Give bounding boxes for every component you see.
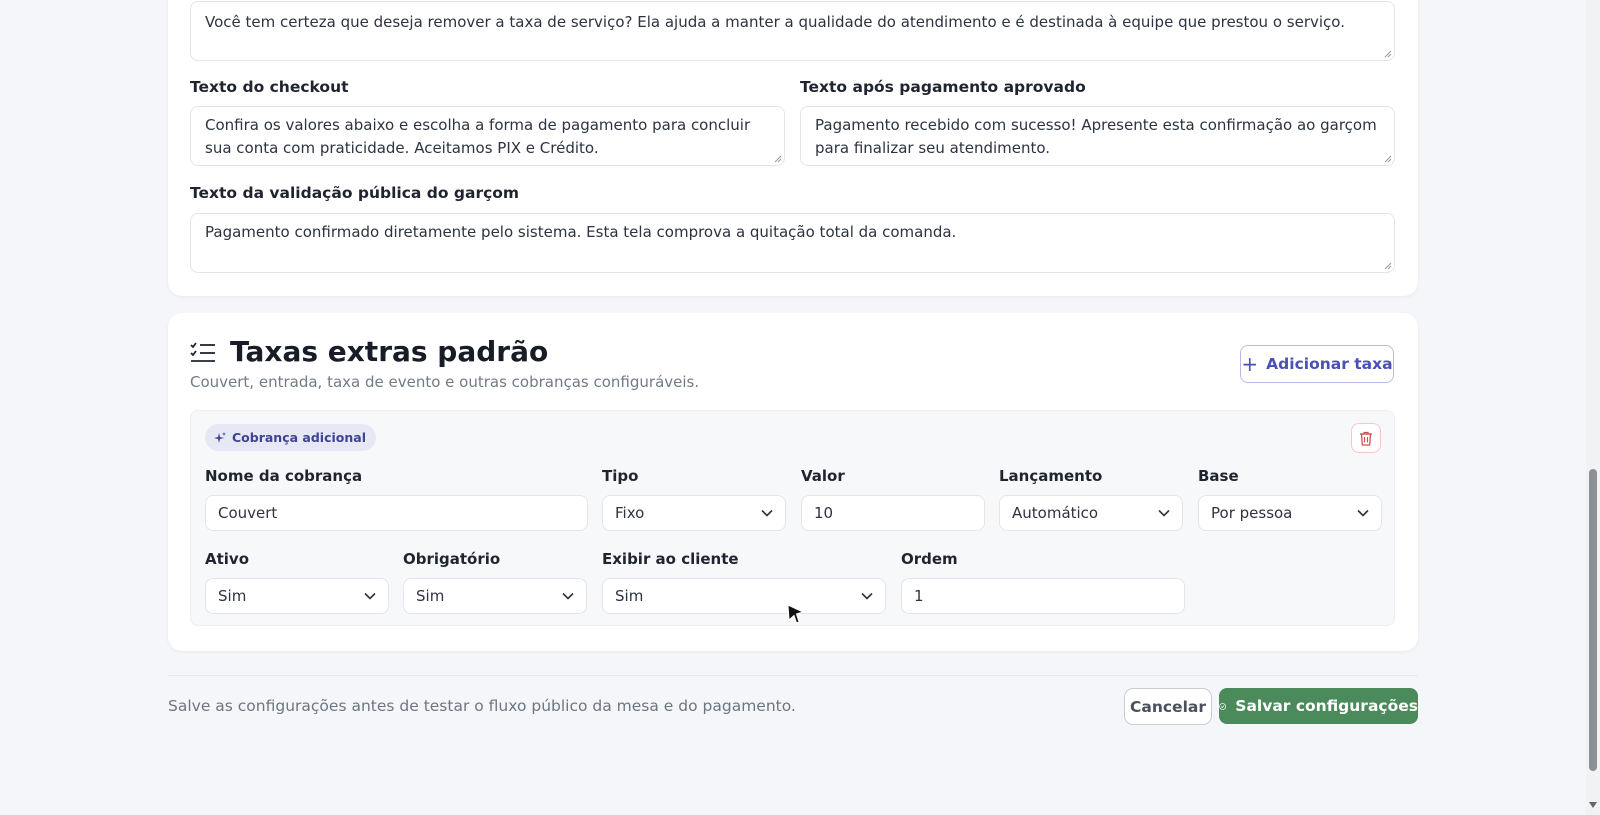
base-select[interactable]: Por pessoa — [1198, 495, 1382, 531]
active-label: Ativo — [205, 550, 250, 568]
service-fee-removal-text: Você tem certeza que deseja remover a ta… — [205, 13, 1345, 31]
waiter-validation-label: Texto da validação pública do garçom — [190, 184, 520, 202]
active-value: Sim — [218, 587, 247, 605]
additional-charge-badge: Cobrança adicional — [205, 424, 376, 451]
fee-item: Cobrança adicional Nome da cobrança Couv… — [190, 410, 1395, 626]
trash-icon — [1360, 431, 1372, 446]
sparkles-icon — [214, 431, 226, 443]
name-value: Couvert — [218, 504, 278, 522]
service-fee-removal-textarea[interactable]: Você tem certeza que deseja remover a ta… — [190, 1, 1395, 61]
footer-note: Salve as configurações antes de testar o… — [168, 697, 796, 715]
waiter-validation-textarea[interactable]: Pagamento confirmado diretamente pelo si… — [190, 213, 1395, 273]
chevron-down-icon — [562, 592, 574, 600]
mouse-cursor-icon — [787, 604, 805, 624]
required-label: Obrigatório — [403, 550, 501, 568]
chevron-down-icon — [761, 509, 773, 517]
show-client-label: Exibir ao cliente — [602, 550, 739, 568]
extra-fees-card: Taxas extras padrão Couvert, entrada, ta… — [168, 313, 1418, 651]
waiter-validation-text: Pagamento confirmado diretamente pelo si… — [205, 223, 957, 241]
show-client-select[interactable]: Sim — [602, 578, 886, 614]
chevron-down-icon — [1158, 509, 1170, 517]
show-client-value: Sim — [615, 587, 644, 605]
checkout-textarea[interactable]: Confira os valores abaixo e escolha a fo… — [190, 106, 785, 166]
section-subtitle: Couvert, entrada, taxa de evento e outra… — [190, 373, 700, 391]
save-label: Salvar configurações — [1235, 697, 1418, 715]
cancel-label: Cancelar — [1130, 697, 1206, 716]
required-value: Sim — [416, 587, 445, 605]
order-label: Ordem — [901, 550, 958, 568]
resize-handle-icon[interactable] — [1382, 260, 1392, 270]
base-label: Base — [1198, 467, 1239, 485]
resize-handle-icon[interactable] — [772, 153, 782, 163]
name-label: Nome da cobrança — [205, 467, 363, 485]
check-circle-icon — [1219, 702, 1227, 710]
footer-divider — [168, 675, 1418, 676]
chevron-down-icon — [364, 592, 376, 600]
active-select[interactable]: Sim — [205, 578, 389, 614]
scrollbar-thumb[interactable] — [1589, 469, 1597, 771]
order-input[interactable]: 1 — [901, 578, 1185, 614]
launch-label: Lançamento — [999, 467, 1103, 485]
add-fee-button[interactable]: + Adicionar taxa — [1240, 345, 1394, 383]
save-settings-button[interactable]: Salvar configurações — [1219, 688, 1418, 724]
value-label: Valor — [801, 467, 845, 485]
launch-value: Automático — [1012, 504, 1099, 522]
messages-card: Você tem certeza que deseja remover a ta… — [168, 0, 1418, 296]
type-label: Tipo — [602, 467, 639, 485]
page-scrollbar[interactable] — [1586, 0, 1600, 815]
type-value: Fixo — [615, 504, 645, 522]
badge-label: Cobrança adicional — [232, 430, 366, 445]
value-value: 10 — [814, 504, 834, 522]
chevron-down-icon — [861, 592, 873, 600]
base-value: Por pessoa — [1211, 504, 1293, 522]
value-input[interactable]: 10 — [801, 495, 985, 531]
launch-select[interactable]: Automático — [999, 495, 1183, 531]
resize-handle-icon[interactable] — [1382, 48, 1392, 58]
add-fee-label: Adicionar taxa — [1266, 355, 1393, 373]
cancel-button[interactable]: Cancelar — [1124, 688, 1212, 725]
plus-icon: + — [1241, 352, 1259, 376]
chevron-down-icon — [1357, 509, 1369, 517]
checkout-text: Confira os valores abaixo e escolha a fo… — [205, 116, 751, 157]
required-select[interactable]: Sim — [403, 578, 587, 614]
after-payment-text: Pagamento recebido com sucesso! Apresent… — [815, 116, 1377, 157]
resize-handle-icon[interactable] — [1382, 153, 1392, 163]
name-input[interactable]: Couvert — [205, 495, 588, 531]
section-title: Taxas extras padrão — [230, 335, 549, 368]
after-payment-text-label: Texto após pagamento aprovado — [800, 78, 1086, 96]
order-value: 1 — [914, 587, 924, 605]
delete-fee-button[interactable] — [1351, 423, 1381, 453]
type-select[interactable]: Fixo — [602, 495, 786, 531]
scroll-down-arrow-icon[interactable] — [1588, 801, 1598, 809]
checkout-text-label: Texto do checkout — [190, 78, 349, 96]
list-checks-icon — [190, 342, 215, 362]
after-payment-textarea[interactable]: Pagamento recebido com sucesso! Apresent… — [800, 106, 1395, 166]
